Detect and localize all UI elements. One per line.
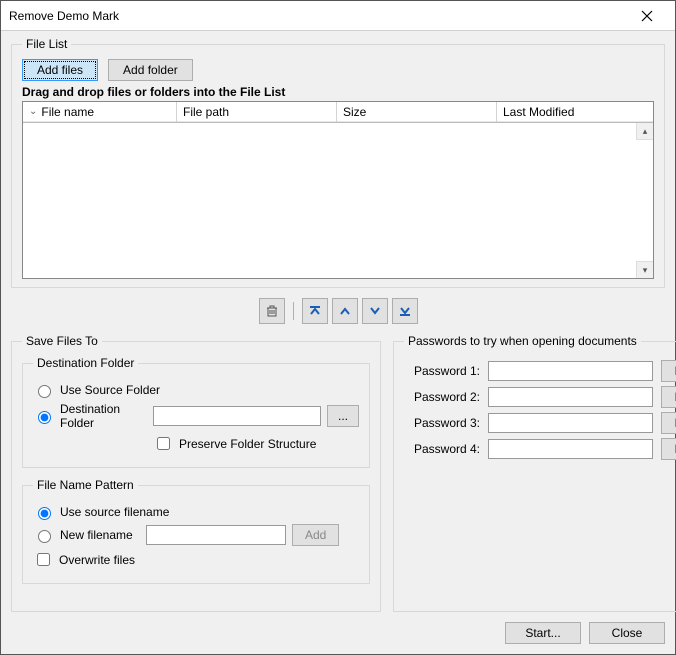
password-1-input[interactable]: [488, 361, 653, 381]
chevron-down-icon: [368, 304, 382, 318]
window-title: Remove Demo Mark: [9, 9, 627, 23]
chevron-up-icon: [338, 304, 352, 318]
password-1-label: Password 1:: [404, 364, 480, 378]
grid-body[interactable]: ▴ ▾: [23, 123, 653, 278]
start-button[interactable]: Start...: [505, 622, 581, 644]
sort-chevron-icon: ⌄: [29, 107, 37, 117]
new-filename-input[interactable]: [146, 525, 286, 545]
col-filename[interactable]: ⌄ File name: [23, 102, 177, 122]
password-3-label: Password 3:: [404, 416, 480, 430]
client-area: File List Add files Add folder Drag and …: [1, 31, 675, 654]
file-toolbar: [11, 288, 665, 334]
passwords-legend: Passwords to try when opening documents: [404, 334, 641, 348]
password-row-3: Password 3: Edit: [404, 412, 676, 434]
password-3-input[interactable]: [488, 413, 653, 433]
grid-header: ⌄ File name File path Size Last Modified: [23, 102, 653, 123]
scroll-down-icon[interactable]: ▾: [636, 261, 653, 278]
chevron-top-icon: [308, 304, 322, 318]
move-top-button[interactable]: [302, 298, 328, 324]
new-filename-radio[interactable]: [38, 530, 51, 543]
col-lastmodified[interactable]: Last Modified: [497, 102, 653, 122]
new-filename-label: New filename: [60, 528, 140, 542]
use-source-filename-radio[interactable]: [38, 507, 51, 520]
trash-icon: [265, 304, 279, 318]
overwrite-label: Overwrite files: [59, 553, 135, 567]
overwrite-checkbox[interactable]: [37, 553, 50, 566]
close-button[interactable]: Close: [589, 622, 665, 644]
password-1-edit-button[interactable]: Edit: [661, 360, 676, 382]
save-files-legend: Save Files To: [22, 334, 102, 348]
col-size[interactable]: Size: [337, 102, 497, 122]
col-filepath[interactable]: File path: [177, 102, 337, 122]
browse-button[interactable]: ...: [327, 405, 359, 427]
dialog-footer: Start... Close: [11, 612, 665, 644]
password-row-4: Password 4: Edit: [404, 438, 676, 460]
password-2-label: Password 2:: [404, 390, 480, 404]
password-4-edit-button[interactable]: Edit: [661, 438, 676, 460]
move-down-button[interactable]: [362, 298, 388, 324]
use-source-filename-label: Use source filename: [60, 505, 169, 519]
chevron-bottom-icon: [398, 304, 412, 318]
destination-folder-legend: Destination Folder: [33, 356, 138, 370]
close-icon[interactable]: [627, 1, 667, 30]
password-2-input[interactable]: [488, 387, 653, 407]
preserve-structure-checkbox[interactable]: [157, 437, 170, 450]
toolbar-separator: [293, 302, 294, 320]
password-3-edit-button[interactable]: Edit: [661, 412, 676, 434]
filename-pattern-legend: File Name Pattern: [33, 478, 138, 492]
add-folder-button[interactable]: Add folder: [108, 59, 193, 81]
add-filename-button[interactable]: Add: [292, 524, 339, 546]
password-4-label: Password 4:: [404, 442, 480, 456]
file-list-group: File List Add files Add folder Drag and …: [11, 37, 665, 288]
destination-folder-group: Destination Folder Use Source Folder Des…: [22, 356, 370, 468]
destination-folder-radio[interactable]: [38, 411, 51, 424]
password-2-edit-button[interactable]: Edit: [661, 386, 676, 408]
filename-pattern-group: File Name Pattern Use source filename Ne…: [22, 478, 370, 584]
lower-panels: Save Files To Destination Folder Use Sou…: [11, 334, 665, 612]
scroll-up-icon[interactable]: ▴: [636, 123, 653, 140]
password-row-1: Password 1: Edit: [404, 360, 676, 382]
destination-folder-label: Destination Folder: [60, 402, 147, 430]
use-source-folder-label: Use Source Folder: [60, 383, 160, 397]
save-files-group: Save Files To Destination Folder Use Sou…: [11, 334, 381, 612]
dialog-window: Remove Demo Mark File List Add files Add…: [0, 0, 676, 655]
file-grid[interactable]: ⌄ File name File path Size Last Modified…: [22, 101, 654, 279]
destination-folder-input[interactable]: [153, 406, 321, 426]
add-files-button[interactable]: Add files: [22, 59, 98, 81]
passwords-group: Passwords to try when opening documents …: [393, 334, 676, 612]
file-list-legend: File List: [22, 37, 71, 51]
drag-drop-instruction: Drag and drop files or folders into the …: [22, 85, 654, 99]
delete-button[interactable]: [259, 298, 285, 324]
titlebar: Remove Demo Mark: [1, 1, 675, 31]
move-up-button[interactable]: [332, 298, 358, 324]
password-4-input[interactable]: [488, 439, 653, 459]
preserve-structure-label: Preserve Folder Structure: [179, 437, 316, 451]
move-bottom-button[interactable]: [392, 298, 418, 324]
use-source-folder-radio[interactable]: [38, 385, 51, 398]
password-row-2: Password 2: Edit: [404, 386, 676, 408]
